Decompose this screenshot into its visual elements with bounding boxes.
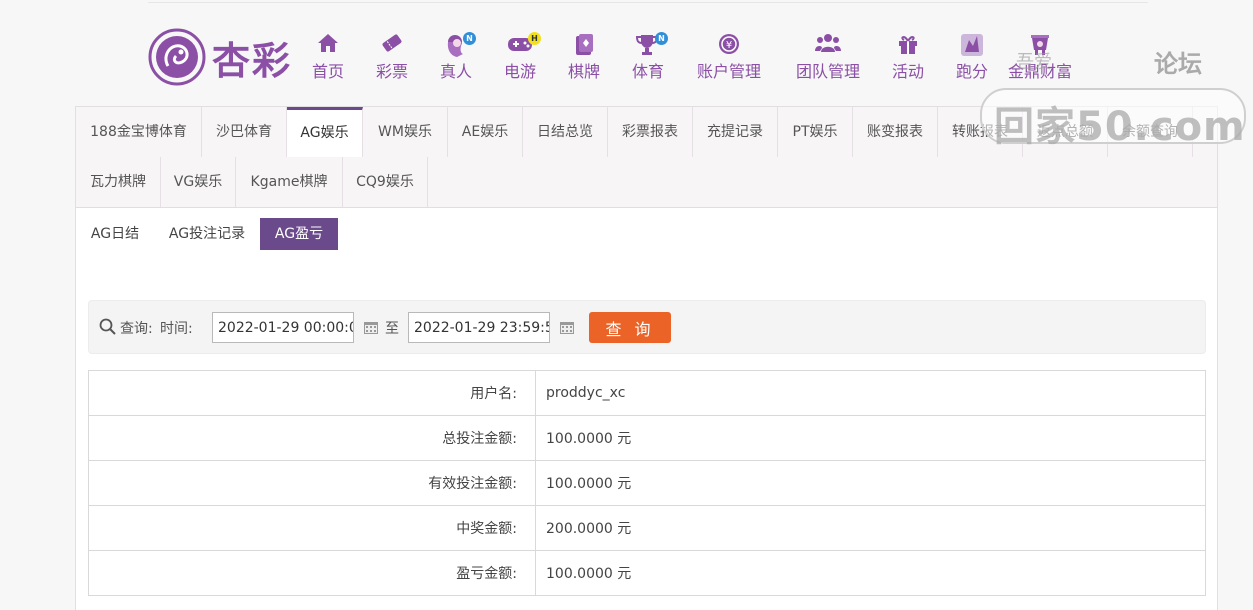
table-row: 总投注金额: 100.0000 元 bbox=[88, 415, 1206, 461]
tab-rebate-total[interactable]: 返点总额 bbox=[1023, 107, 1108, 157]
running-icon bbox=[952, 28, 992, 58]
table-row: 用户名: proddyc_xc bbox=[88, 370, 1206, 416]
nav-lottery[interactable]: 彩票 bbox=[372, 28, 412, 88]
nav-running[interactable]: 跑分 bbox=[952, 28, 992, 88]
tab-daily-overview[interactable]: 日结总览 bbox=[523, 107, 608, 157]
nav-sports[interactable]: N 体育 bbox=[628, 28, 668, 88]
start-time-input[interactable] bbox=[212, 312, 354, 343]
query-button[interactable]: 查 询 bbox=[589, 312, 671, 343]
tab-cq9[interactable]: CQ9娱乐 bbox=[343, 157, 428, 207]
svg-text:¥: ¥ bbox=[726, 40, 732, 51]
tab-188-sports[interactable]: 188金宝博体育 bbox=[76, 107, 202, 157]
tab-ae[interactable]: AE娱乐 bbox=[448, 107, 523, 157]
nav-wealth[interactable]: 金鼎财富 bbox=[1002, 28, 1078, 88]
row-key: 总投注金额: bbox=[88, 415, 536, 461]
tab-lottery-report[interactable]: 彩票报表 bbox=[608, 107, 693, 157]
gift-icon bbox=[888, 28, 928, 58]
trophy-icon: N bbox=[628, 28, 668, 58]
table-row: 有效投注金额: 100.0000 元 bbox=[88, 460, 1206, 506]
search-icon bbox=[99, 318, 116, 335]
nav-slots[interactable]: H 电游 bbox=[500, 28, 541, 88]
brand-name: 杏彩 bbox=[212, 37, 293, 83]
query-bar: 查询: 时间: 至 查 询 bbox=[88, 300, 1206, 354]
nav-account[interactable]: ¥ 账户管理 bbox=[694, 28, 764, 88]
row-value: 200.0000 元 bbox=[535, 505, 1206, 551]
nav-promotions[interactable]: 活动 bbox=[888, 28, 928, 88]
profit-table: 用户名: proddyc_xc 总投注金额: 100.0000 元 有效投注金额: 1… bbox=[88, 370, 1206, 596]
subtab-ag-bets[interactable]: AG投注记录 bbox=[160, 218, 254, 250]
hot-badge: H bbox=[528, 32, 541, 45]
row-key: 中奖金额: bbox=[88, 505, 536, 551]
wealth-icon bbox=[1002, 28, 1078, 58]
tab-wali-chess[interactable]: 瓦力棋牌 bbox=[76, 157, 161, 207]
yuan-coin-icon: ¥ bbox=[694, 28, 764, 58]
tab-saba-sports[interactable]: 沙巴体育 bbox=[202, 107, 287, 157]
row-value: proddyc_xc bbox=[535, 370, 1206, 416]
time-label: 时间: bbox=[160, 321, 193, 337]
header: 杏彩 首页 彩票 N 真人 H 电游 棋牌 N 体育 ¥ 账户管理 团队管理 活… bbox=[0, 0, 1253, 106]
table-row: 中奖金额: 200.0000 元 bbox=[88, 505, 1206, 551]
tab-balance-query[interactable]: 余额查询 bbox=[1108, 107, 1193, 157]
calendar-icon[interactable] bbox=[363, 320, 379, 335]
poker-card-icon bbox=[564, 28, 604, 58]
row-value: 100.0000 元 bbox=[535, 415, 1206, 461]
gamepad-icon: H bbox=[500, 28, 541, 58]
tab-deposit-withdraw[interactable]: 充提记录 bbox=[693, 107, 778, 157]
tab-vg[interactable]: VG娱乐 bbox=[161, 157, 236, 207]
report-panel: 188金宝博体育 沙巴体育 AG娱乐 WM娱乐 AE娱乐 日结总览 彩票报表 充… bbox=[75, 106, 1218, 610]
calendar-icon[interactable] bbox=[559, 320, 575, 335]
nav-live[interactable]: N 真人 bbox=[436, 28, 476, 88]
tab-wm[interactable]: WM娱乐 bbox=[363, 107, 448, 157]
logo-emblem-icon bbox=[148, 28, 206, 86]
new-badge: N bbox=[463, 32, 476, 45]
tab-pt[interactable]: PT娱乐 bbox=[778, 107, 853, 157]
new-badge: N bbox=[655, 32, 668, 45]
table-row: 盈亏金额: 100.0000 元 bbox=[88, 550, 1206, 596]
nav-chess[interactable]: 棋牌 bbox=[564, 28, 604, 88]
tab-kgame-chess[interactable]: Kgame棋牌 bbox=[236, 157, 343, 207]
nav-team[interactable]: 团队管理 bbox=[793, 28, 863, 88]
live-dealer-icon: N bbox=[436, 28, 476, 58]
query-label: 查询: bbox=[120, 321, 153, 337]
ticket-icon bbox=[372, 28, 412, 58]
brand-logo[interactable]: 杏彩 bbox=[148, 26, 300, 88]
tab-transfer-report[interactable]: 转账报表 bbox=[938, 107, 1023, 157]
tab-balance-change[interactable]: 账变报表 bbox=[853, 107, 938, 157]
subtab-ag-profit[interactable]: AG盈亏 bbox=[260, 218, 338, 250]
tab-ag[interactable]: AG娱乐 bbox=[287, 107, 363, 157]
row-value: 100.0000 元 bbox=[535, 550, 1206, 596]
range-separator: 至 bbox=[385, 321, 399, 337]
row-key: 盈亏金额: bbox=[88, 550, 536, 596]
subtab-ag-daily[interactable]: AG日结 bbox=[82, 218, 148, 250]
end-time-input[interactable] bbox=[408, 312, 550, 343]
row-value: 100.0000 元 bbox=[535, 460, 1206, 506]
game-tabs: 188金宝博体育 沙巴体育 AG娱乐 WM娱乐 AE娱乐 日结总览 彩票报表 充… bbox=[76, 107, 1217, 208]
row-key: 用户名: bbox=[88, 370, 536, 416]
row-key: 有效投注金额: bbox=[88, 460, 536, 506]
nav-home[interactable]: 首页 bbox=[308, 28, 348, 88]
team-icon bbox=[793, 28, 863, 58]
home-icon bbox=[308, 28, 348, 58]
